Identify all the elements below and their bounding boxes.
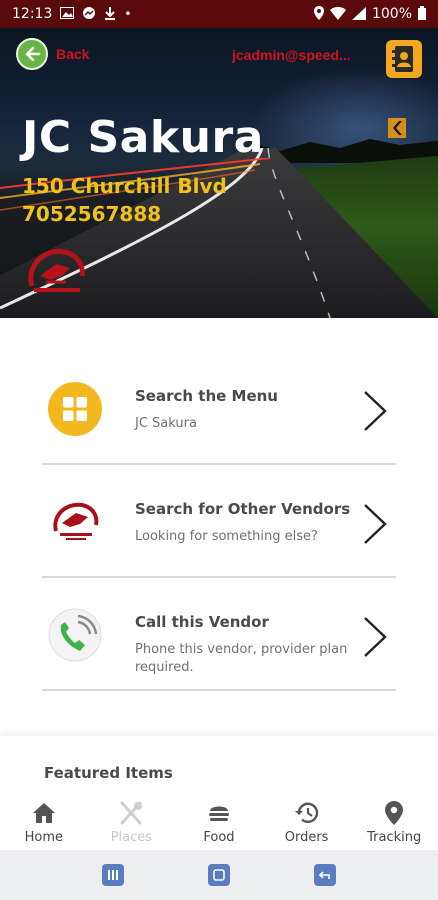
location-pin-icon bbox=[381, 800, 407, 826]
contact-book-icon bbox=[392, 46, 413, 72]
vendor-address: 150 Churchill Blvd bbox=[22, 174, 227, 198]
chevron-right-icon bbox=[364, 504, 387, 544]
search-vendors-item[interactable]: Search for Other Vendors Looking for som… bbox=[42, 465, 396, 578]
dot-icon: • bbox=[124, 7, 132, 21]
call-vendor-subtitle: Phone this vendor, provider plan require… bbox=[135, 642, 348, 675]
status-time: 12:13 bbox=[12, 6, 53, 22]
battery-icon bbox=[418, 6, 426, 22]
system-nav-bar bbox=[0, 850, 438, 900]
burger-icon bbox=[206, 800, 232, 826]
tab-tracking[interactable]: Tracking bbox=[350, 796, 438, 850]
wifi-icon bbox=[329, 6, 346, 22]
tab-food[interactable]: Food bbox=[175, 796, 263, 850]
chevron-right-icon bbox=[364, 617, 387, 657]
call-vendor-title: Call this Vendor bbox=[135, 613, 269, 631]
search-menu-item[interactable]: Search the Menu JC Sakura bbox=[42, 352, 396, 465]
back-arrow-icon bbox=[16, 38, 48, 70]
home-button[interactable] bbox=[208, 864, 230, 886]
location-icon bbox=[313, 6, 324, 22]
search-vendors-title: Search for Other Vendors bbox=[135, 500, 351, 518]
back-button[interactable]: Back bbox=[16, 38, 89, 70]
tab-home-label: Home bbox=[24, 830, 63, 845]
tab-tracking-label: Tracking bbox=[367, 830, 422, 845]
system-back-button[interactable] bbox=[314, 864, 336, 886]
road-sign bbox=[388, 118, 406, 138]
tab-food-label: Food bbox=[203, 830, 235, 845]
tab-home[interactable]: Home bbox=[0, 796, 88, 850]
battery-level: 100% bbox=[371, 6, 412, 22]
tab-places[interactable]: Places bbox=[88, 796, 176, 850]
home-square-icon bbox=[213, 869, 225, 881]
back-label: Back bbox=[56, 46, 90, 62]
vendor-hero: Back jcadmin@speed... JC Sakura 150 Chur… bbox=[0, 28, 438, 318]
recent-apps-icon bbox=[108, 870, 118, 880]
signal-icon bbox=[351, 6, 366, 22]
phone-icon bbox=[48, 608, 102, 662]
chevron-right-icon bbox=[364, 391, 387, 431]
download-icon bbox=[104, 6, 116, 22]
system-back-icon bbox=[318, 871, 330, 879]
status-bar: 12:13 • 100% bbox=[0, 0, 438, 28]
tab-places-label: Places bbox=[110, 830, 153, 845]
search-menu-title: Search the Menu bbox=[135, 387, 278, 405]
vendor-name: JC Sakura bbox=[22, 112, 264, 163]
featured-section: Featured Items bbox=[0, 736, 438, 796]
user-email[interactable]: jcadmin@speed... bbox=[232, 47, 380, 63]
utensils-icon bbox=[118, 800, 144, 826]
search-menu-subtitle: JC Sakura bbox=[135, 416, 197, 431]
menu-grid-icon bbox=[48, 382, 102, 436]
bottom-tab-bar: Home Places Food Orders Tracking bbox=[0, 796, 438, 850]
vendor-actions-list: Search the Menu JC Sakura Search for Oth… bbox=[42, 352, 396, 691]
call-vendor-item[interactable]: Call this Vendor Phone this vendor, prov… bbox=[42, 578, 396, 691]
tab-orders[interactable]: Orders bbox=[263, 796, 351, 850]
speed-logo-icon bbox=[28, 248, 85, 292]
vendor-phone[interactable]: 7052567888 bbox=[22, 202, 161, 226]
recent-apps-button[interactable] bbox=[102, 864, 124, 886]
featured-title: Featured Items bbox=[44, 764, 173, 782]
history-icon bbox=[294, 800, 320, 826]
messenger-icon bbox=[82, 6, 96, 22]
contact-book-button[interactable] bbox=[386, 40, 422, 78]
gallery-icon bbox=[60, 7, 75, 21]
search-vendors-subtitle: Looking for something else? bbox=[135, 529, 318, 544]
vendor-logo-icon bbox=[53, 502, 99, 540]
home-icon bbox=[31, 800, 57, 826]
tab-orders-label: Orders bbox=[284, 830, 329, 845]
